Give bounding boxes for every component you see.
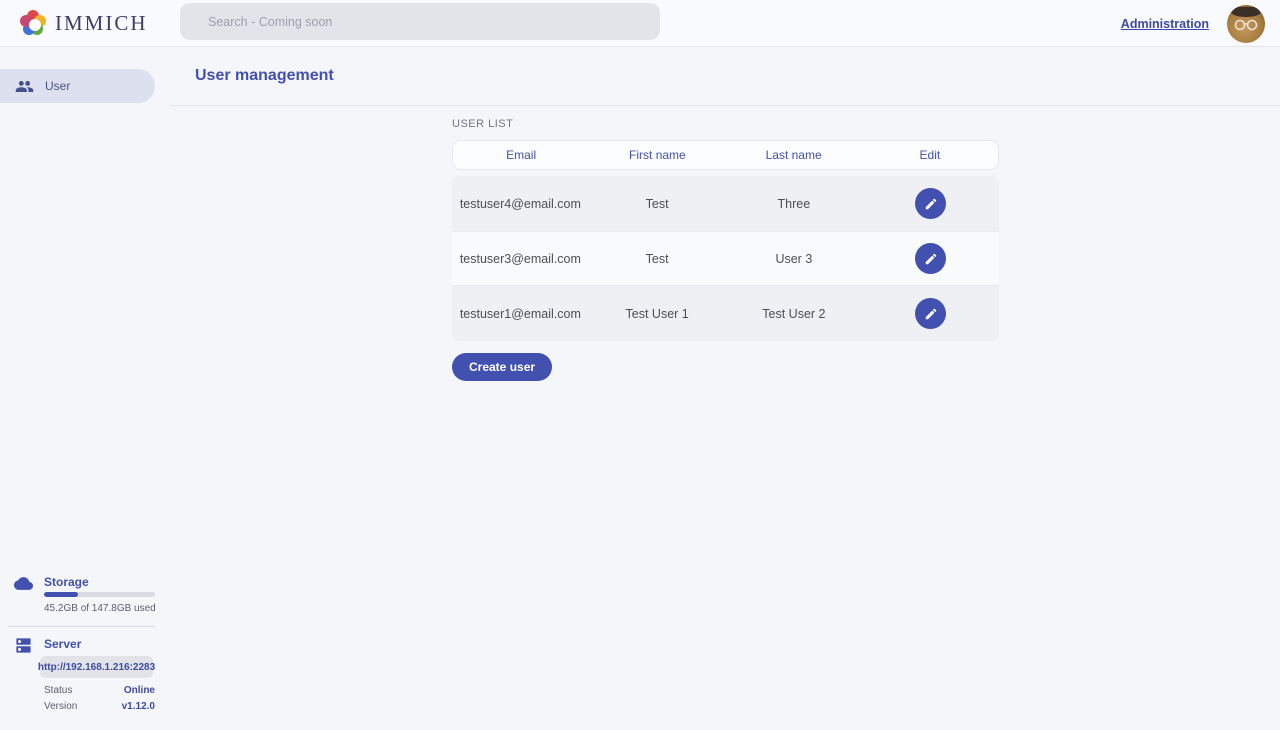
- pencil-icon: [924, 252, 938, 266]
- column-header-last-name: Last name: [726, 148, 862, 162]
- server-status-row: Status Online: [44, 685, 155, 696]
- storage-progress-fill: [44, 592, 78, 597]
- sidebar-item-label: User: [45, 79, 70, 93]
- pencil-icon: [924, 307, 938, 321]
- cell-first-name: Test: [589, 252, 726, 266]
- server-url-badge: http://192.168.1.216:2283: [40, 656, 153, 678]
- storage-usage-text: 45.2GB of 147.8GB used: [44, 603, 156, 614]
- table-row: testuser4@email.com Test Three: [452, 176, 999, 231]
- sidebar-divider: [8, 626, 155, 627]
- column-header-first-name: First name: [589, 148, 725, 162]
- top-bar: IMMICH Administration: [0, 0, 1280, 47]
- column-header-email: Email: [453, 148, 589, 162]
- table-row: testuser1@email.com Test User 1 Test Use…: [452, 286, 999, 341]
- user-avatar[interactable]: [1227, 5, 1265, 43]
- cell-email: testuser4@email.com: [452, 197, 589, 211]
- sidebar-item-user[interactable]: User: [0, 69, 155, 103]
- pencil-icon: [924, 197, 938, 211]
- cloud-icon: [14, 574, 33, 593]
- server-title: Server: [44, 637, 81, 651]
- table-row: testuser3@email.com Test User 3: [452, 231, 999, 286]
- sidebar: User Storage 45.2GB of 147.8GB used Serv…: [0, 47, 170, 730]
- content-header: User management: [170, 47, 1280, 106]
- edit-user-button[interactable]: [915, 298, 946, 329]
- edit-user-button[interactable]: [915, 243, 946, 274]
- cell-first-name: Test: [589, 197, 726, 211]
- server-icon: [14, 636, 33, 655]
- search-input[interactable]: [180, 3, 660, 40]
- status-label: Status: [44, 685, 72, 696]
- immich-flower-icon: [20, 10, 46, 36]
- status-value: Online: [124, 685, 155, 696]
- app-title: IMMICH: [55, 11, 148, 36]
- administration-link[interactable]: Administration: [1121, 17, 1209, 31]
- user-list-label: USER LIST: [452, 118, 1280, 130]
- storage-progress-bar: [44, 592, 155, 597]
- cell-last-name: Test User 2: [726, 307, 863, 321]
- create-user-button[interactable]: Create user: [452, 353, 552, 381]
- server-version-row: Version v1.12.0: [44, 701, 155, 712]
- main-content: User management USER LIST Email First na…: [170, 47, 1280, 730]
- app-logo[interactable]: IMMICH: [20, 10, 148, 36]
- user-table: Email First name Last name Edit testuser…: [452, 140, 999, 341]
- page-title: User management: [195, 67, 334, 85]
- users-group-icon: [15, 77, 34, 96]
- cell-last-name: User 3: [726, 252, 863, 266]
- column-header-edit: Edit: [862, 148, 998, 162]
- cell-first-name: Test User 1: [589, 307, 726, 321]
- edit-user-button[interactable]: [915, 188, 946, 219]
- glasses-icon: [1233, 19, 1259, 31]
- cell-email: testuser3@email.com: [452, 252, 589, 266]
- table-header-row: Email First name Last name Edit: [452, 140, 999, 170]
- cell-email: testuser1@email.com: [452, 307, 589, 321]
- cell-last-name: Three: [726, 197, 863, 211]
- storage-title: Storage: [44, 575, 89, 589]
- version-value: v1.12.0: [122, 701, 155, 712]
- version-label: Version: [44, 701, 77, 712]
